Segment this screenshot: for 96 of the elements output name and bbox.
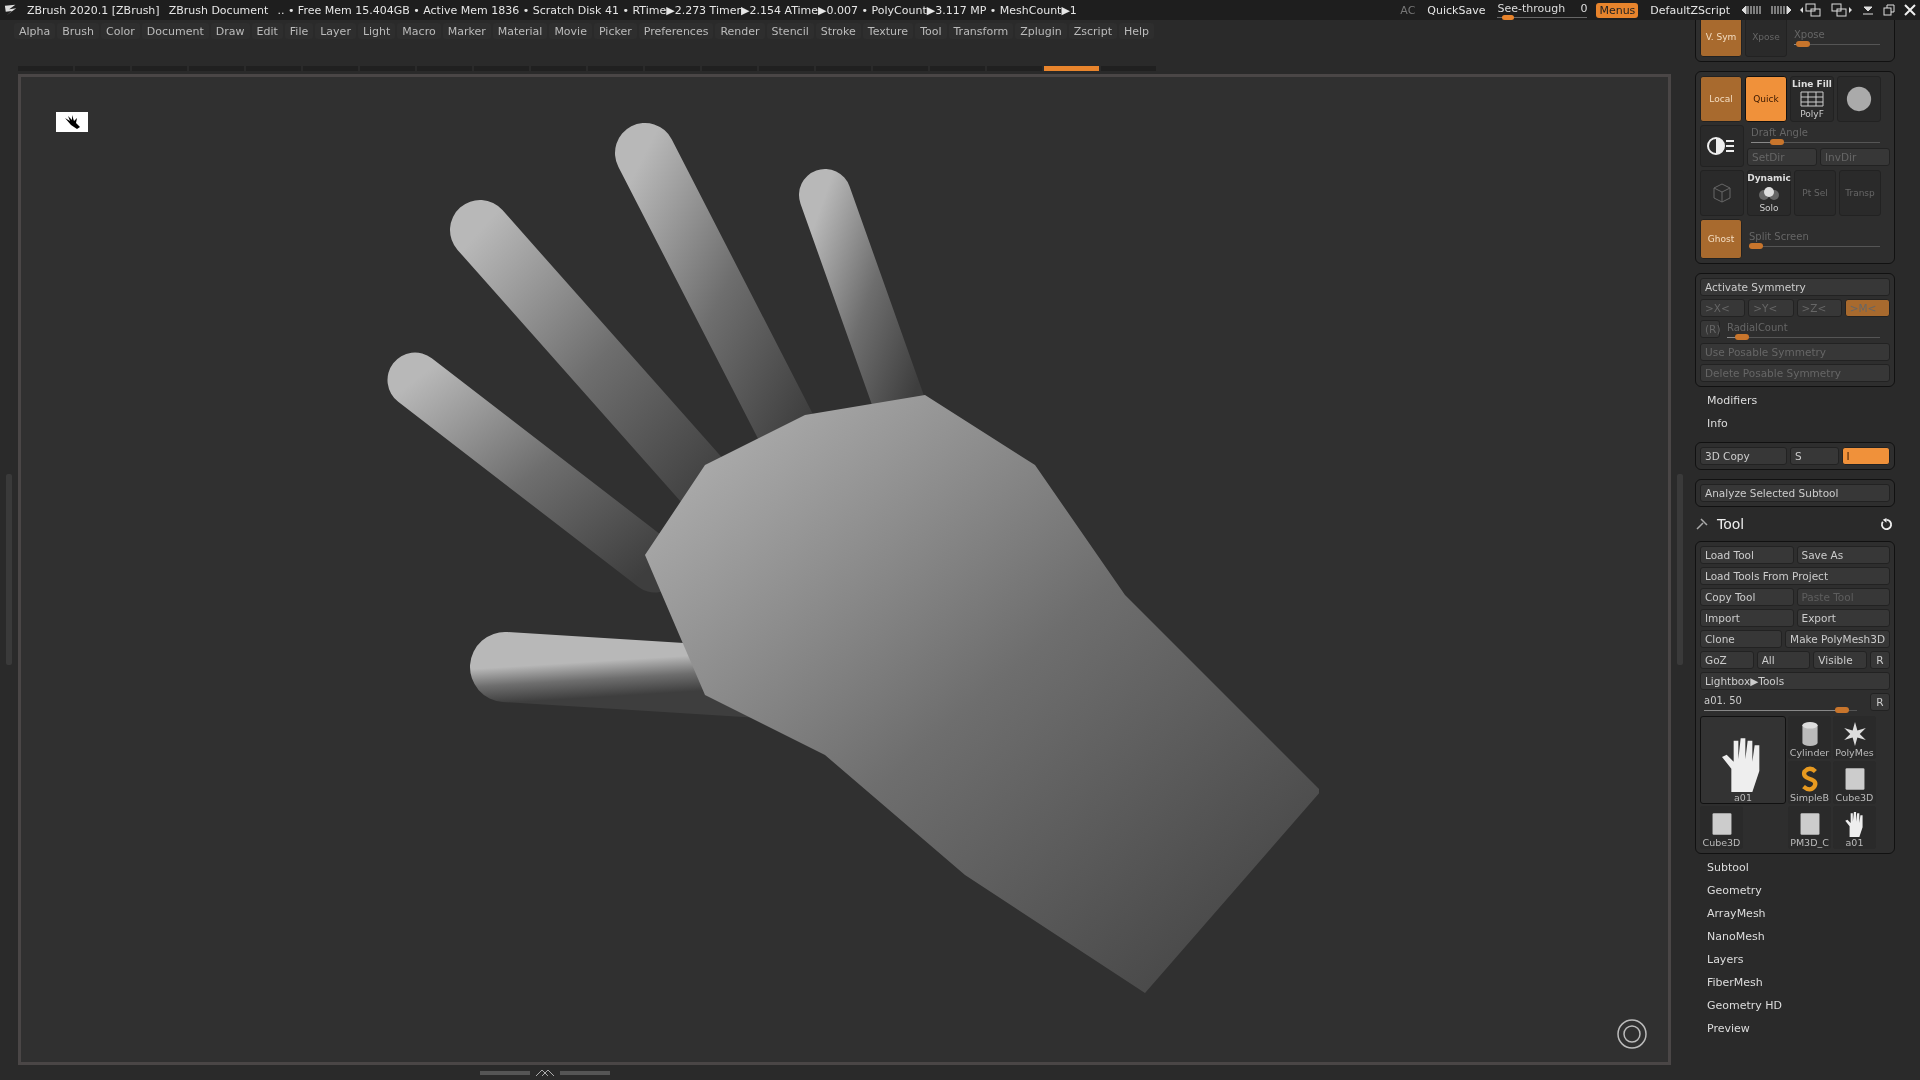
- menu-item[interactable]: Brush: [57, 23, 100, 39]
- layout-prev-icon[interactable]: [1800, 3, 1822, 17]
- menu-item[interactable]: Edit: [251, 23, 283, 39]
- app-title: ZBrush 2020.1 [ZBrush]: [27, 3, 160, 17]
- bottom-tray-handle-icon[interactable]: [479, 1068, 610, 1077]
- menu-item[interactable]: Layer: [315, 23, 356, 39]
- tool-action-button[interactable]: Save As: [1796, 546, 1890, 564]
- section-header[interactable]: ArrayMesh: [1695, 903, 1895, 923]
- section-header[interactable]: Geometry: [1695, 880, 1895, 900]
- tool-action-button[interactable]: All: [1756, 651, 1811, 669]
- tool-action-button[interactable]: Clone: [1700, 630, 1783, 648]
- section-header[interactable]: Info: [1695, 413, 1895, 433]
- section-header[interactable]: Modifiers: [1695, 390, 1895, 410]
- 3d-copy-button[interactable]: 3D Copy: [1700, 447, 1787, 465]
- menu-item[interactable]: Tool: [915, 23, 947, 39]
- s-button[interactable]: S: [1790, 447, 1839, 465]
- quicksave-button[interactable]: QuickSave: [1424, 2, 1489, 18]
- half-circle-arrows-icon[interactable]: [1707, 136, 1737, 156]
- script-button[interactable]: DefaultZScript: [1647, 2, 1733, 18]
- menu-item[interactable]: Stencil: [766, 23, 814, 39]
- menus-toggle[interactable]: Menus: [1596, 2, 1639, 18]
- viewport-canvas[interactable]: [18, 74, 1671, 1065]
- polyf-button[interactable]: PolyF: [1800, 109, 1824, 119]
- tool-size-slider[interactable]: a01. 50: [1700, 693, 1867, 713]
- menu-item[interactable]: Draw: [210, 23, 250, 39]
- tool-thumbnail[interactable]: Cylinder: [1788, 716, 1831, 759]
- menu-item[interactable]: Light: [357, 23, 396, 39]
- orbit-gizmo-icon[interactable]: [1616, 1018, 1648, 1050]
- section-header[interactable]: FiberMesh: [1695, 972, 1895, 992]
- tool-slider-reset-button[interactable]: R: [1870, 693, 1890, 711]
- memory-stats: .. • Free Mem 15.404GB • Active Mem 1836 • Scratch Disk 41 • RTime▶2.273 Timer▶2.154 ATime▶0.007 • PolyCount▶3.117 MP • MeshCount▶1: [277, 3, 1077, 17]
- section-header[interactable]: NanoMesh: [1695, 926, 1895, 946]
- tool-action-button[interactable]: Load Tools From Project: [1700, 567, 1890, 585]
- polyframe-grid-icon: [1800, 91, 1824, 107]
- tool-action-button[interactable]: Make PolyMesh3D: [1785, 630, 1890, 648]
- minimize-icon[interactable]: [1862, 4, 1874, 16]
- sphere-icon[interactable]: [1845, 85, 1873, 113]
- restore-icon[interactable]: [1883, 4, 1895, 16]
- reset-icon[interactable]: [1880, 517, 1893, 531]
- dynamic-label: Dynamic: [1747, 173, 1791, 183]
- expand-tray-icon[interactable]: [1771, 4, 1791, 16]
- tool-action-button[interactable]: R: [1870, 651, 1890, 669]
- tool-action-button[interactable]: Export: [1796, 609, 1890, 627]
- tool-thumbnail[interactable]: SimpleB: [1788, 761, 1831, 804]
- solo-circles-icon: [1757, 186, 1781, 200]
- menu-item[interactable]: Macro: [397, 23, 441, 39]
- line-fill-label: Line Fill: [1792, 79, 1832, 89]
- solo-button[interactable]: Solo: [1759, 203, 1779, 213]
- tool-action-button[interactable]: Visible: [1813, 651, 1867, 669]
- activate-symmetry-button[interactable]: Activate Symmetry: [1700, 278, 1890, 296]
- hand-cursor-icon: [56, 112, 88, 132]
- tool-thumbnail[interactable]: PM3D_C: [1788, 806, 1831, 849]
- menu-item[interactable]: Zscript: [1068, 23, 1117, 39]
- vsym-button[interactable]: V. Sym: [1700, 20, 1742, 57]
- ghost-button[interactable]: Ghost: [1700, 219, 1742, 259]
- menu-item[interactable]: Stroke: [815, 23, 861, 39]
- pin-icon[interactable]: [1695, 517, 1709, 531]
- menu-item[interactable]: Color: [101, 23, 140, 39]
- menu-item[interactable]: Material: [492, 23, 548, 39]
- menu-item[interactable]: Picker: [593, 23, 637, 39]
- section-header[interactable]: Subtool: [1695, 857, 1895, 877]
- document-title: ZBrush Document: [168, 3, 269, 17]
- menu-item[interactable]: Help: [1119, 23, 1155, 39]
- close-icon[interactable]: [1904, 4, 1916, 16]
- tool-action-button[interactable]: Import: [1700, 609, 1794, 627]
- quick-button[interactable]: Quick: [1745, 76, 1787, 122]
- ac-label: AC: [1400, 3, 1416, 17]
- menu-item[interactable]: Marker: [442, 23, 491, 39]
- shrink-tray-icon[interactable]: [1742, 4, 1762, 16]
- tool-action-button[interactable]: Copy Tool: [1700, 588, 1794, 606]
- menu-item[interactable]: Render: [715, 23, 765, 39]
- analyze-subtool-button[interactable]: Analyze Selected Subtool: [1700, 484, 1890, 502]
- section-header[interactable]: Geometry HD: [1695, 995, 1895, 1015]
- tool-palette-title: Tool: [1717, 516, 1746, 532]
- menu-item[interactable]: Preferences: [638, 23, 714, 39]
- menu-item[interactable]: Transform: [948, 23, 1014, 39]
- tool-thumbnail[interactable]: a01: [1700, 716, 1786, 804]
- layout-next-icon[interactable]: [1831, 3, 1853, 17]
- tool-thumbnail[interactable]: PolyMes: [1833, 716, 1876, 759]
- section-header[interactable]: Preview: [1695, 1018, 1895, 1038]
- see-through-slider[interactable]: See-through 0: [1497, 2, 1588, 18]
- tool-action-button[interactable]: Load Tool: [1700, 546, 1794, 564]
- tool-action-button[interactable]: GoZ: [1700, 651, 1754, 669]
- menu-item[interactable]: File: [284, 23, 314, 39]
- i-button[interactable]: I: [1841, 447, 1890, 465]
- menu-item[interactable]: Document: [141, 23, 209, 39]
- menu-item[interactable]: Movie: [549, 23, 592, 39]
- tool-action-button[interactable]: Lightbox▶Tools: [1700, 672, 1890, 690]
- tool-thumbnail[interactable]: Cube3D: [1700, 806, 1743, 849]
- tool-thumbnail[interactable]: a01: [1833, 806, 1876, 849]
- menu-item[interactable]: Alpha: [14, 23, 56, 39]
- section-header[interactable]: Layers: [1695, 949, 1895, 969]
- menu-item[interactable]: Zplugin: [1015, 23, 1067, 39]
- menu-item[interactable]: Texture: [862, 23, 914, 39]
- local-button[interactable]: Local: [1700, 76, 1742, 122]
- tool-thumbnail[interactable]: Cube3D: [1833, 761, 1876, 804]
